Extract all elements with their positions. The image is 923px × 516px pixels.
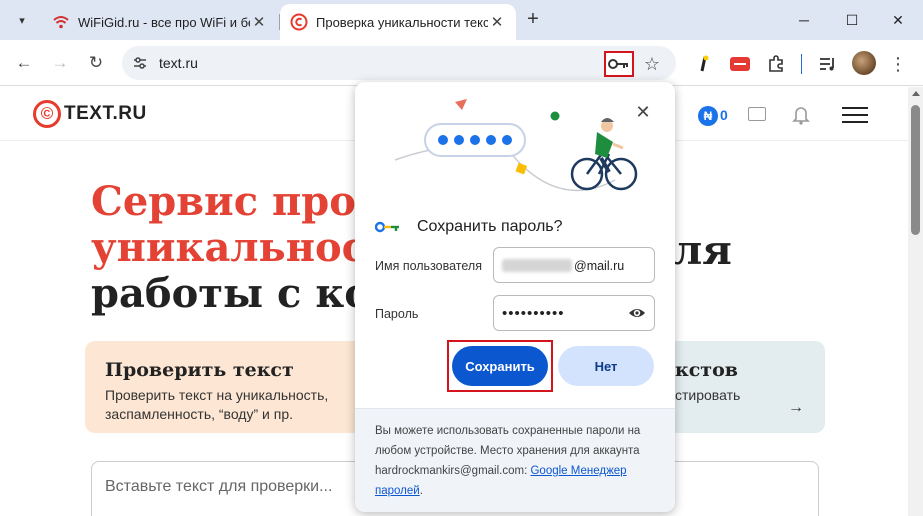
- close-window-icon[interactable]: ✕: [886, 8, 910, 32]
- yandex-extension-icon[interactable]: [692, 52, 716, 76]
- scrollbar-thumb[interactable]: [911, 105, 920, 235]
- back-arrow-icon: ←: [15, 53, 33, 72]
- tab-textru[interactable]: Проверка уникальности текста ✕: [280, 4, 516, 40]
- yandex-icon: [700, 55, 709, 72]
- coin-icon[interactable]: ₦: [698, 106, 718, 126]
- back-button[interactable]: ←: [11, 50, 37, 76]
- forward-button[interactable]: →: [47, 50, 73, 76]
- dialog-title: Сохранить пароль?: [417, 218, 563, 235]
- card-description: Проверить текст на уникальность, заспамл…: [105, 387, 329, 422]
- cyclist-illustration-icon: [394, 99, 638, 192]
- coin-count: 0: [720, 107, 728, 123]
- scroll-up-icon[interactable]: [912, 91, 920, 96]
- footer-period: .: [419, 485, 423, 497]
- tab-title: Проверка уникальности текста: [316, 14, 488, 30]
- tab-title: WiFiGid.ru - все про WiFi и бес: [78, 14, 250, 30]
- username-label: Имя пользователя: [375, 259, 482, 273]
- address-bar[interactable]: text.ru: [122, 46, 676, 80]
- mail-icon[interactable]: [748, 107, 766, 121]
- no-button[interactable]: Нет: [558, 346, 654, 386]
- card-description: стировать: [675, 387, 741, 403]
- card-title: Проверить текст: [105, 359, 294, 381]
- media-control-button[interactable]: [816, 52, 840, 76]
- logo-text: TEXT.RU: [64, 103, 147, 124]
- puzzle-icon: [769, 55, 783, 72]
- username-redacted: [502, 259, 572, 272]
- eye-icon[interactable]: [628, 305, 646, 321]
- profile-avatar[interactable]: [852, 51, 876, 75]
- bookmark-star-icon[interactable]: ☆: [640, 52, 664, 76]
- playlist-icon: [820, 58, 834, 71]
- menu-kebab-icon[interactable]: ⋮: [888, 52, 908, 76]
- toolbar-divider: [801, 54, 802, 74]
- copyright-logo-icon: ©: [33, 100, 61, 128]
- save-button[interactable]: Сохранить: [452, 346, 548, 386]
- close-icon[interactable]: ✕: [250, 13, 268, 31]
- hero-line-2-tail: ля: [674, 227, 732, 274]
- dialog-footer: Вы можете использовать сохраненные парол…: [355, 408, 675, 512]
- forward-arrow-icon: →: [51, 53, 69, 72]
- card-title: кстов: [675, 359, 738, 381]
- dialog-header: Сохранить пароль?: [375, 218, 563, 236]
- save-password-dialog: ✕ Сохранить пароль? Имя пользователя @ma…: [355, 82, 675, 512]
- neo-icon: [730, 57, 750, 71]
- textarea-placeholder: Вставьте текст для проверки...: [105, 478, 333, 495]
- key-colored-icon: [375, 221, 399, 233]
- minimize-icon[interactable]: ─: [792, 8, 816, 32]
- bell-icon[interactable]: [792, 105, 810, 125]
- new-tab-button[interactable]: +: [522, 8, 544, 32]
- page-scrollbar[interactable]: [908, 87, 923, 516]
- site-logo[interactable]: © TEXT.RU: [33, 100, 147, 128]
- password-key-button[interactable]: [604, 51, 634, 77]
- close-dialog-icon[interactable]: ✕: [633, 102, 653, 122]
- reload-icon: ↻: [88, 53, 104, 72]
- tab-wifigid[interactable]: WiFiGid.ru - все про WiFi и бес ✕: [42, 4, 278, 40]
- chevron-down-icon: ▾: [19, 14, 25, 27]
- password-field[interactable]: ••••••••••: [493, 295, 655, 331]
- maximize-icon[interactable]: ☐: [840, 8, 864, 32]
- extensions-button[interactable]: [764, 52, 788, 76]
- key-icon: [608, 59, 628, 69]
- tab-strip: ▾ WiFiGid.ru - все про WiFi и бес ✕ Пров…: [0, 0, 923, 40]
- url-text: text.ru: [159, 55, 198, 71]
- tab-search-button[interactable]: ▾: [10, 8, 34, 32]
- username-value: @mail.ru: [574, 259, 625, 273]
- wifi-icon: [53, 16, 69, 29]
- site-settings-icon[interactable]: [132, 55, 148, 71]
- hamburger-menu-icon[interactable]: [842, 107, 868, 123]
- password-label: Пароль: [375, 307, 419, 321]
- username-field[interactable]: @mail.ru: [493, 247, 655, 283]
- arrow-right-icon: →: [788, 399, 804, 416]
- password-value: ••••••••••: [502, 305, 565, 322]
- close-icon[interactable]: ✕: [488, 13, 506, 31]
- textru-favicon-icon: [290, 13, 308, 31]
- reload-button[interactable]: ↻: [83, 50, 109, 76]
- neo-extension-icon[interactable]: [728, 52, 752, 76]
